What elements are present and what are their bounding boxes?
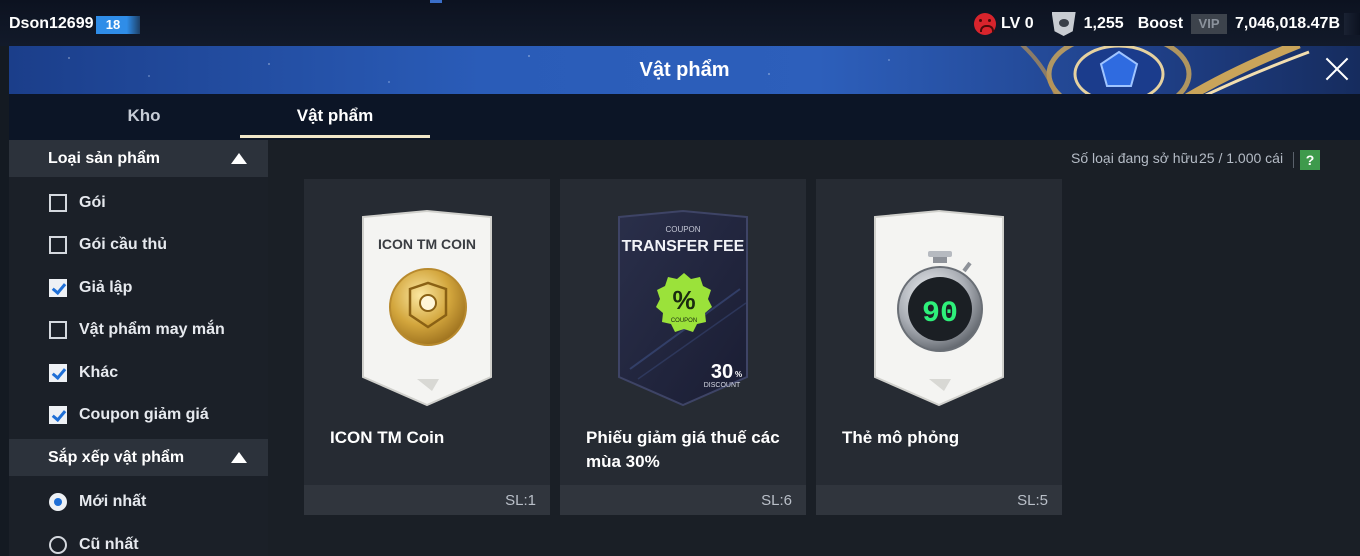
discount-unit: % bbox=[735, 370, 742, 379]
item-card-icon-tm-coin[interactable]: ICON TM COIN ICON TM Coin SL:1 bbox=[304, 179, 550, 515]
checkbox[interactable] bbox=[49, 321, 67, 339]
sort-option-newest[interactable]: Mới nhất bbox=[49, 490, 146, 514]
lv-text: LV 0 bbox=[1001, 15, 1034, 32]
stopwatch-card-icon: 90 bbox=[874, 209, 1004, 407]
gold-coin-card-icon: ICON TM COIN bbox=[362, 209, 492, 407]
shield-coin-icon bbox=[1051, 12, 1076, 36]
filter-option-label: Gói bbox=[79, 194, 106, 211]
help-button[interactable]: ? bbox=[1300, 150, 1320, 170]
header-banner: Vật phẩm bbox=[9, 46, 1360, 94]
item-footer: SL:6 bbox=[560, 485, 806, 515]
vip-badge[interactable]: VIP bbox=[1191, 14, 1228, 34]
page-title: Vật phẩm bbox=[639, 59, 730, 81]
filter-option-goi-cau-thu[interactable]: Gói cầu thủ bbox=[49, 233, 167, 257]
level-badge: 18 bbox=[96, 16, 140, 34]
radio[interactable] bbox=[49, 536, 67, 554]
sad-face-icon bbox=[974, 13, 997, 35]
sort-option-label: Cũ nhất bbox=[79, 536, 139, 553]
tab-bar: Kho Vật phẩm bbox=[9, 94, 1360, 140]
collapse-triangle-icon[interactable] bbox=[231, 153, 247, 164]
filter-option-label: Giả lập bbox=[79, 279, 133, 296]
checkbox-checked[interactable] bbox=[49, 364, 67, 382]
checkbox-checked[interactable] bbox=[49, 406, 67, 424]
sort-option-oldest[interactable]: Cũ nhất bbox=[49, 533, 139, 556]
item-grid-panel: Số loại đang sở hữu 25 / 1.000 cái ? ICO… bbox=[268, 140, 1360, 556]
status-right: LV 0 1,255 Boost VIP 7,046,018.47B bbox=[974, 10, 1360, 38]
checkbox[interactable] bbox=[49, 194, 67, 212]
item-name: ICON TM Coin bbox=[330, 428, 445, 447]
item-name: Phiếu giảm giá thuế các mùa 30% bbox=[586, 428, 780, 471]
checkbox-checked[interactable] bbox=[49, 279, 67, 297]
filter-option-gia-lap[interactable]: Giả lập bbox=[49, 276, 132, 300]
coupon-card-icon: COUPON TRANSFER FEE % COUPON 30 % DISCOU… bbox=[618, 209, 748, 407]
filter-option-goi[interactable]: Gói bbox=[49, 191, 106, 215]
product-type-header[interactable]: Loại sản phẩm bbox=[9, 140, 268, 177]
owned-count: 25 / 1.000 cái bbox=[1199, 150, 1284, 166]
collapse-triangle-icon[interactable] bbox=[231, 452, 247, 463]
filter-option-vat-pham-may-man[interactable]: Vật phẩm may mắn bbox=[49, 318, 225, 342]
filter-option-coupon[interactable]: Coupon giảm giá bbox=[49, 403, 209, 427]
owned-label: Số loại đang sở hữu bbox=[1071, 150, 1198, 166]
status-bar: Dson12699 18 LV 0 1,255 Boost VIP 7,046,… bbox=[0, 0, 1360, 46]
coupon-badge: % bbox=[672, 285, 695, 315]
item-card-coupon[interactable]: COUPON TRANSFER FEE % COUPON 30 % DISCOU… bbox=[560, 179, 806, 515]
filter-option-khac[interactable]: Khác bbox=[49, 361, 118, 385]
money-value: 7,046,018.47B bbox=[1235, 15, 1340, 32]
filter-option-label: Khác bbox=[79, 364, 119, 381]
discount-label: DISCOUNT bbox=[704, 382, 741, 389]
item-name: Thẻ mô phỏng bbox=[842, 428, 960, 447]
item-quantity: SL:1 bbox=[505, 492, 536, 509]
checkbox[interactable] bbox=[49, 236, 67, 254]
filter-option-label: Gói cầu thủ bbox=[79, 236, 167, 253]
filter-option-label: Vật phẩm may mắn bbox=[79, 321, 225, 338]
discount-value: 30 bbox=[711, 361, 733, 383]
card-text: TRANSFER FEE bbox=[622, 238, 745, 255]
money-edge bbox=[1344, 13, 1360, 35]
coupon-badge-sub: COUPON bbox=[671, 318, 697, 324]
username: Dson12699 bbox=[9, 15, 94, 32]
tab-vat-pham[interactable]: Vật phẩm bbox=[240, 94, 430, 138]
item-footer: SL:1 bbox=[304, 485, 550, 515]
card-text: ICON TM COIN bbox=[378, 236, 476, 252]
card-small-text: COUPON bbox=[665, 225, 700, 234]
item-footer: SL:5 bbox=[816, 485, 1062, 515]
filter-option-label: Coupon giảm giá bbox=[79, 406, 209, 423]
radio-selected[interactable] bbox=[49, 493, 67, 511]
close-button[interactable] bbox=[1320, 52, 1354, 86]
sort-header[interactable]: Sắp xếp vật phẩm bbox=[9, 439, 268, 476]
sort-title: Sắp xếp vật phẩm bbox=[48, 448, 185, 466]
boost-label[interactable]: Boost bbox=[1138, 15, 1183, 33]
timer-digits: 90 bbox=[922, 297, 958, 331]
product-type-title: Loại sản phẩm bbox=[48, 149, 161, 167]
tab-kho[interactable]: Kho bbox=[59, 94, 229, 138]
item-quantity: SL:6 bbox=[761, 492, 792, 509]
filter-sidebar: Loại sản phẩm Gói Gói cầu thủ Giả lập Vậ… bbox=[9, 140, 268, 556]
divider bbox=[1293, 152, 1294, 168]
sort-option-label: Mới nhất bbox=[79, 493, 147, 510]
item-quantity: SL:5 bbox=[1017, 492, 1048, 509]
item-card-simulation[interactable]: 90 Thẻ mô phỏng SL:5 bbox=[816, 179, 1062, 515]
coin-value: 1,255 bbox=[1083, 15, 1124, 32]
